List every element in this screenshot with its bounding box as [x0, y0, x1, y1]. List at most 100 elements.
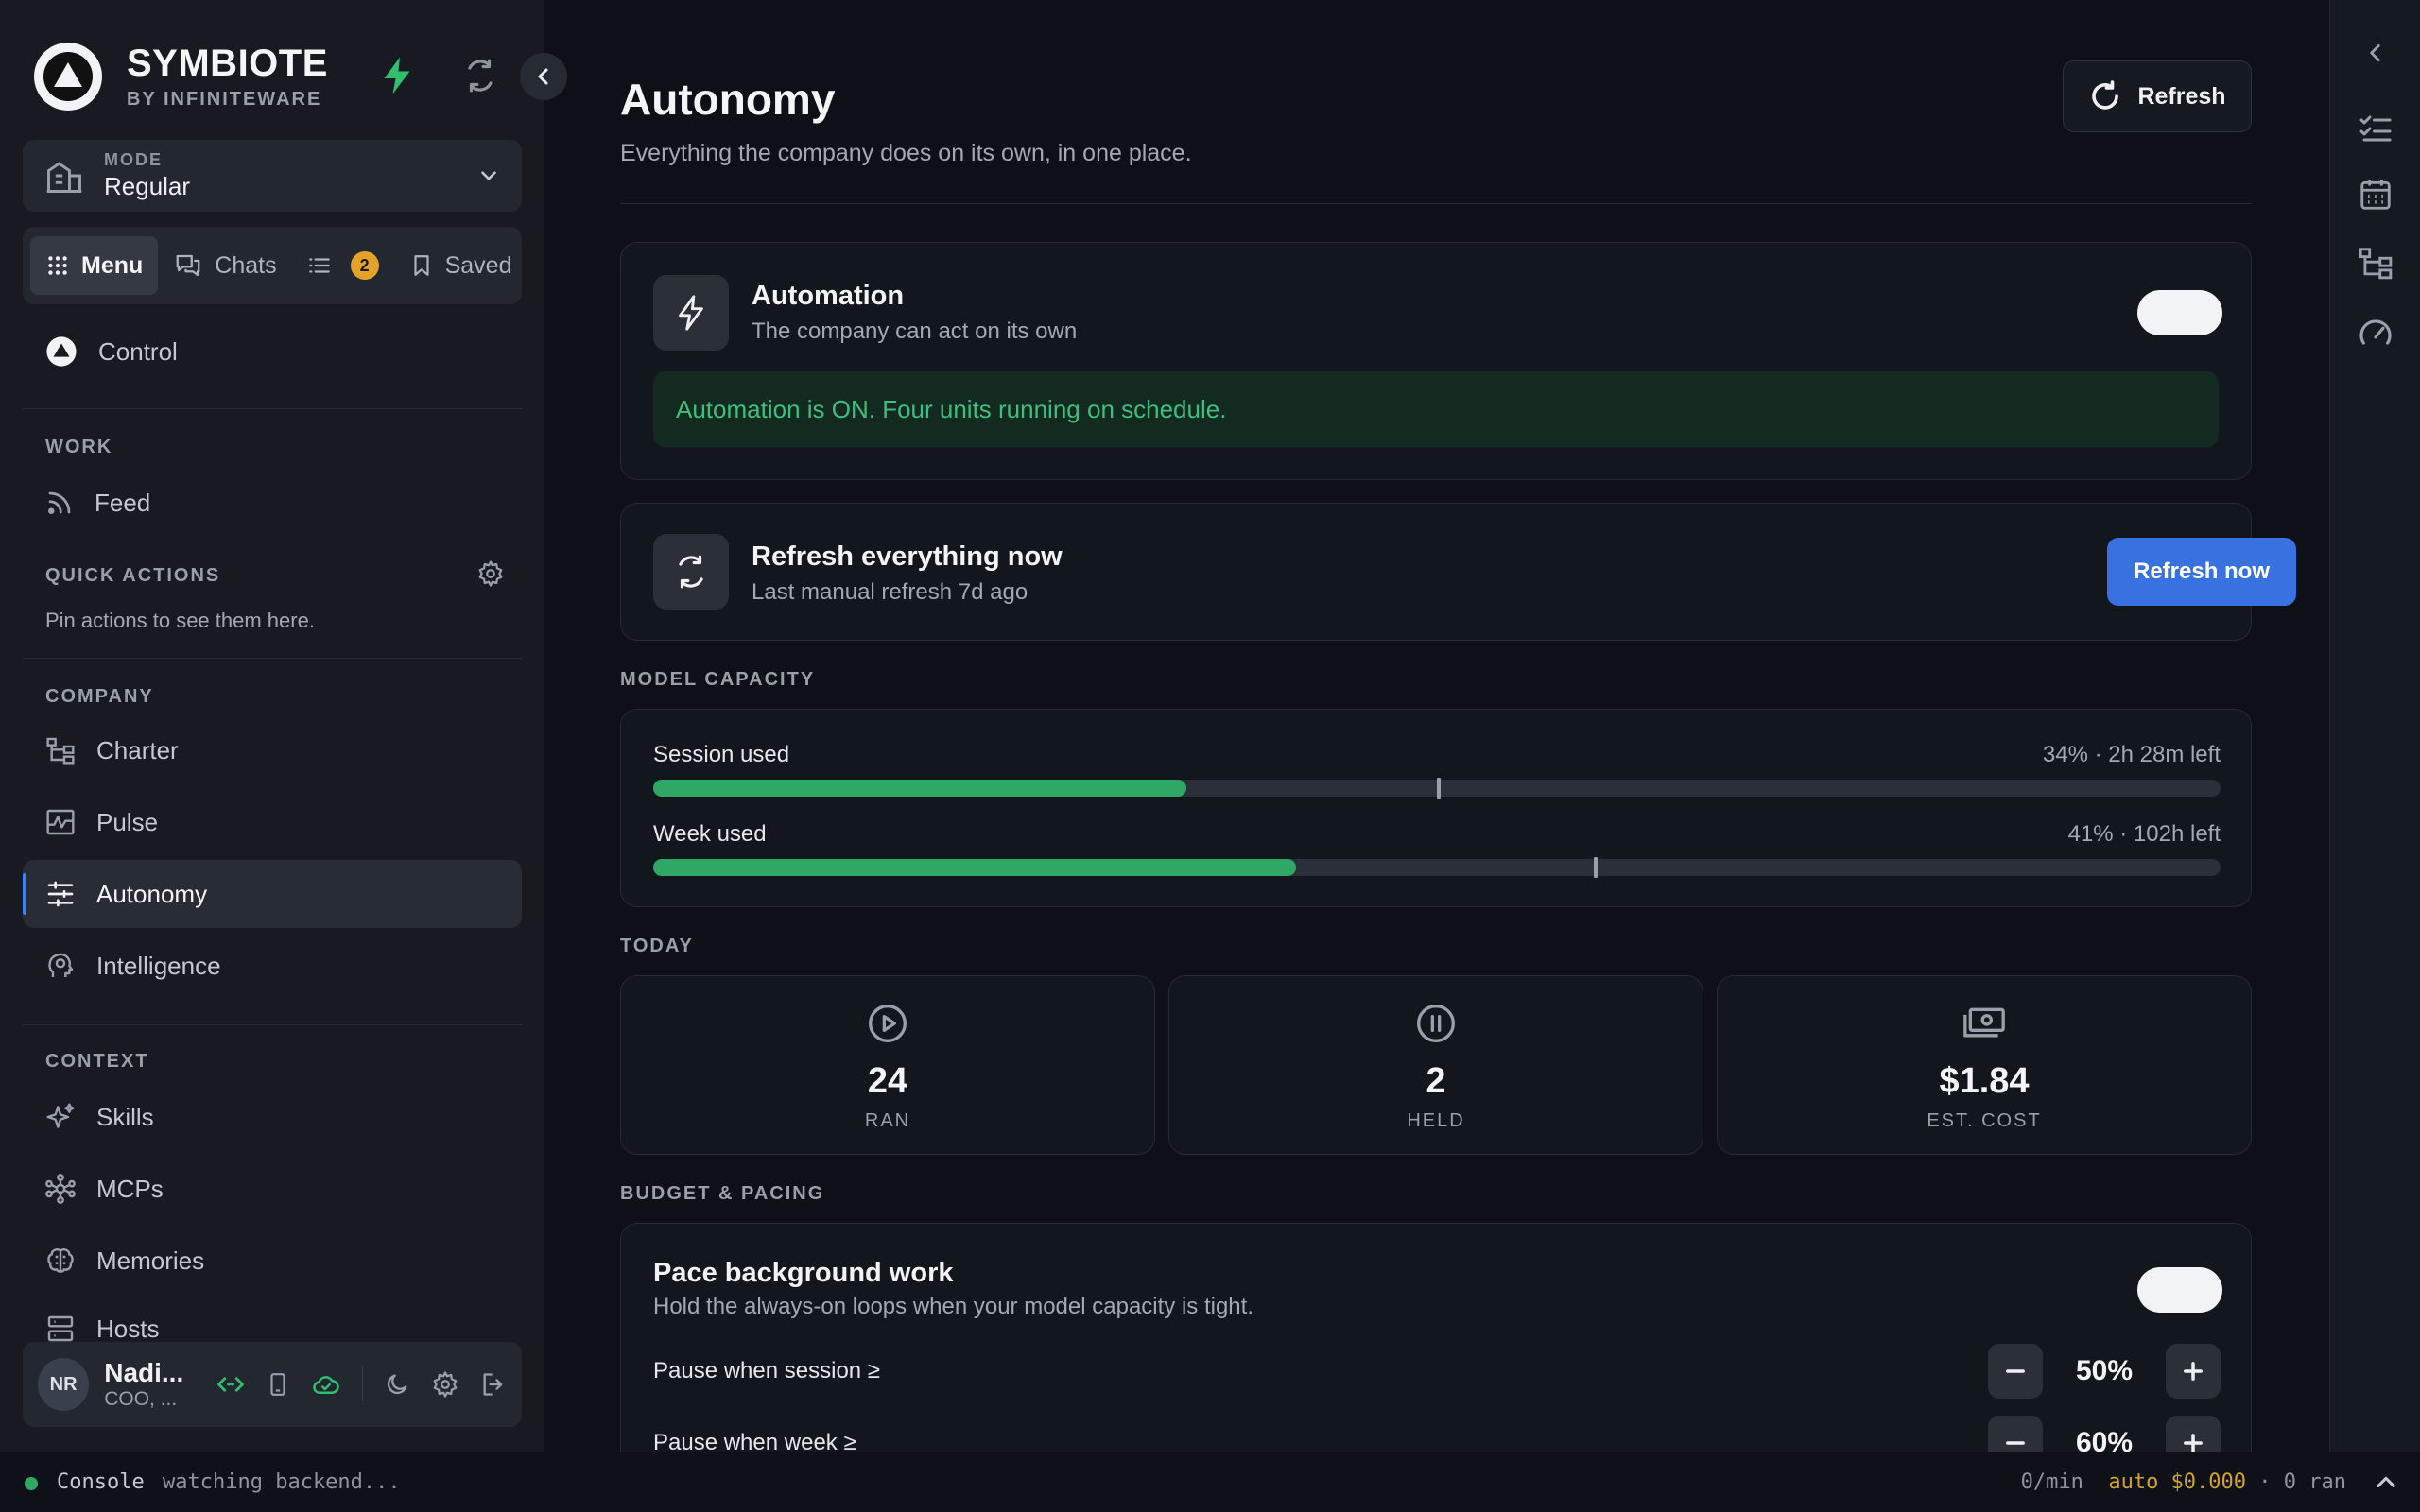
- section-label-quick-actions: QUICK ACTIONS: [45, 565, 221, 586]
- gauge-icon[interactable]: [2357, 314, 2394, 352]
- console-bar[interactable]: Console watching backend... 0/min auto $…: [0, 1452, 2420, 1512]
- mode-selector[interactable]: MODE Regular: [23, 140, 522, 212]
- sidebar-item-feed[interactable]: Feed: [23, 469, 522, 537]
- brand[interactable]: SYMBIOTE BY INFINITEWARE: [34, 42, 328, 111]
- sync-icon: [653, 534, 729, 610]
- stat-value: $1.84: [1939, 1061, 2030, 1101]
- quick-actions-settings-icon[interactable]: [476, 559, 505, 593]
- decrement-week-button[interactable]: [1988, 1416, 2043, 1452]
- sync-icon[interactable]: [458, 53, 503, 98]
- pulse-chart-icon: [46, 809, 75, 835]
- tab-menu[interactable]: Menu: [30, 236, 159, 295]
- automation-card: Automation The company can act on its ow…: [620, 242, 2252, 480]
- console-ran-count: · 0 ran: [2258, 1470, 2346, 1494]
- code-icon[interactable]: [216, 1370, 245, 1399]
- cloud-check-icon[interactable]: [311, 1370, 341, 1399]
- session-threshold-marker: [1437, 778, 1441, 799]
- expand-panel-chevron-left-icon[interactable]: [2357, 34, 2394, 72]
- sidebar-item-autonomy[interactable]: Autonomy: [23, 860, 522, 928]
- brand-name: SYMBIOTE: [127, 43, 328, 84]
- sliders-icon: [47, 881, 74, 907]
- chevron-up-icon[interactable]: [2373, 1469, 2399, 1496]
- gear-icon[interactable]: [431, 1370, 459, 1399]
- sidebar-item-control[interactable]: Control: [23, 318, 522, 386]
- automation-toggle[interactable]: [2137, 290, 2222, 335]
- section-label-context: CONTEXT: [45, 1051, 149, 1072]
- sidebar-item-mcps[interactable]: MCPs: [23, 1155, 522, 1223]
- refresh-now-button[interactable]: Refresh now: [2107, 538, 2296, 606]
- increment-week-button[interactable]: [2166, 1416, 2221, 1452]
- brand-subtitle: BY INFINITEWARE: [127, 89, 322, 110]
- list-icon: [308, 258, 330, 273]
- week-meter-fill: [653, 859, 1296, 876]
- quick-actions-hint: Pin actions to see them here.: [45, 609, 315, 632]
- minus-icon: [2006, 1441, 2025, 1445]
- mobile-icon[interactable]: [266, 1370, 290, 1399]
- user-bar: NR Nadi... COO, ...: [23, 1342, 522, 1427]
- section-label-work: WORK: [45, 437, 113, 457]
- refresh-icon: [2092, 80, 2119, 110]
- main-content: Autonomy Everything the company does on …: [544, 0, 2329, 1452]
- decrement-session-button[interactable]: [1988, 1344, 2043, 1399]
- user-role: COO, ...: [104, 1388, 178, 1410]
- tab-saved-label: Saved: [444, 251, 512, 279]
- week-threshold-marker: [1593, 857, 1598, 878]
- org-chart-icon[interactable]: [2357, 244, 2394, 282]
- tab-saved[interactable]: Saved: [394, 236, 527, 295]
- refresh-all-subtitle: Last manual refresh 7d ago: [752, 579, 1028, 605]
- stat-ran: 24 RAN: [620, 975, 1155, 1155]
- page-subtitle: Everything the company does on its own, …: [620, 140, 1192, 166]
- refresh-all-card: Refresh everything now Last manual refre…: [620, 503, 2296, 641]
- pace-toggle[interactable]: [2137, 1267, 2222, 1313]
- sidebar-tabs: Menu Chats 2 Saved: [23, 227, 522, 304]
- refresh-button[interactable]: Refresh: [2063, 60, 2252, 132]
- mode-label: MODE: [104, 150, 163, 169]
- tab-chats-label: Chats: [215, 251, 277, 279]
- sidebar-item-label: Pulse: [96, 807, 159, 836]
- plus-icon: [2184, 1362, 2203, 1381]
- section-label-today: TODAY: [620, 936, 694, 956]
- logout-icon[interactable]: [480, 1371, 507, 1398]
- sidebar-item-charter[interactable]: Charter: [23, 716, 522, 784]
- tab-chats[interactable]: Chats: [158, 236, 291, 295]
- pause-week-row: Pause when week ≥ 60%: [653, 1413, 2221, 1452]
- console-status-dot: [25, 1477, 38, 1490]
- calendar-icon[interactable]: [2357, 176, 2394, 214]
- console-title: Console: [57, 1470, 145, 1494]
- server-icon: [47, 1315, 74, 1342]
- sidebar-item-label: MCPs: [96, 1174, 164, 1203]
- console-message: watching backend...: [163, 1470, 401, 1494]
- sidebar-item-memories[interactable]: Memories: [23, 1227, 522, 1295]
- network-icon: [45, 1174, 76, 1204]
- symbiote-mark-icon: [46, 336, 77, 367]
- refresh-all-title: Refresh everything now: [752, 541, 1063, 572]
- grid-icon: [48, 256, 67, 275]
- section-label-model-capacity: MODEL CAPACITY: [620, 669, 816, 690]
- automation-title: Automation: [752, 281, 905, 311]
- sidebar-item-skills[interactable]: Skills: [23, 1083, 522, 1151]
- sidebar-item-pulse[interactable]: Pulse: [23, 788, 522, 856]
- week-meter-value: 41% · 102h left: [2067, 821, 2221, 847]
- lightning-icon[interactable]: [374, 53, 420, 98]
- tab-tasks[interactable]: 2: [292, 236, 394, 295]
- avatar[interactable]: NR: [38, 1358, 90, 1411]
- chevron-down-icon: [481, 171, 496, 180]
- checklist-icon[interactable]: [2357, 110, 2394, 147]
- stat-value: 24: [867, 1061, 908, 1101]
- increment-session-button[interactable]: [2166, 1344, 2221, 1399]
- collapse-sidebar-button[interactable]: [520, 53, 567, 100]
- moon-icon[interactable]: [384, 1371, 410, 1398]
- tasks-count-badge: 2: [350, 251, 379, 280]
- sidebar-item-intelligence[interactable]: Intelligence: [23, 932, 522, 1000]
- divider: [620, 203, 2252, 204]
- money-icon: [1718, 1003, 2251, 1044]
- divider: [23, 658, 522, 659]
- chat-bubbles-icon: [176, 254, 200, 277]
- section-label-company: COMPANY: [45, 686, 154, 707]
- sidebar-item-label: Control: [98, 336, 178, 366]
- sidebar-item-label: Charter: [96, 735, 179, 765]
- sidebar-item-label: Feed: [95, 488, 151, 517]
- brain-icon: [47, 1248, 74, 1273]
- page-title: Autonomy: [620, 75, 836, 124]
- tab-menu-label: Menu: [81, 251, 144, 279]
